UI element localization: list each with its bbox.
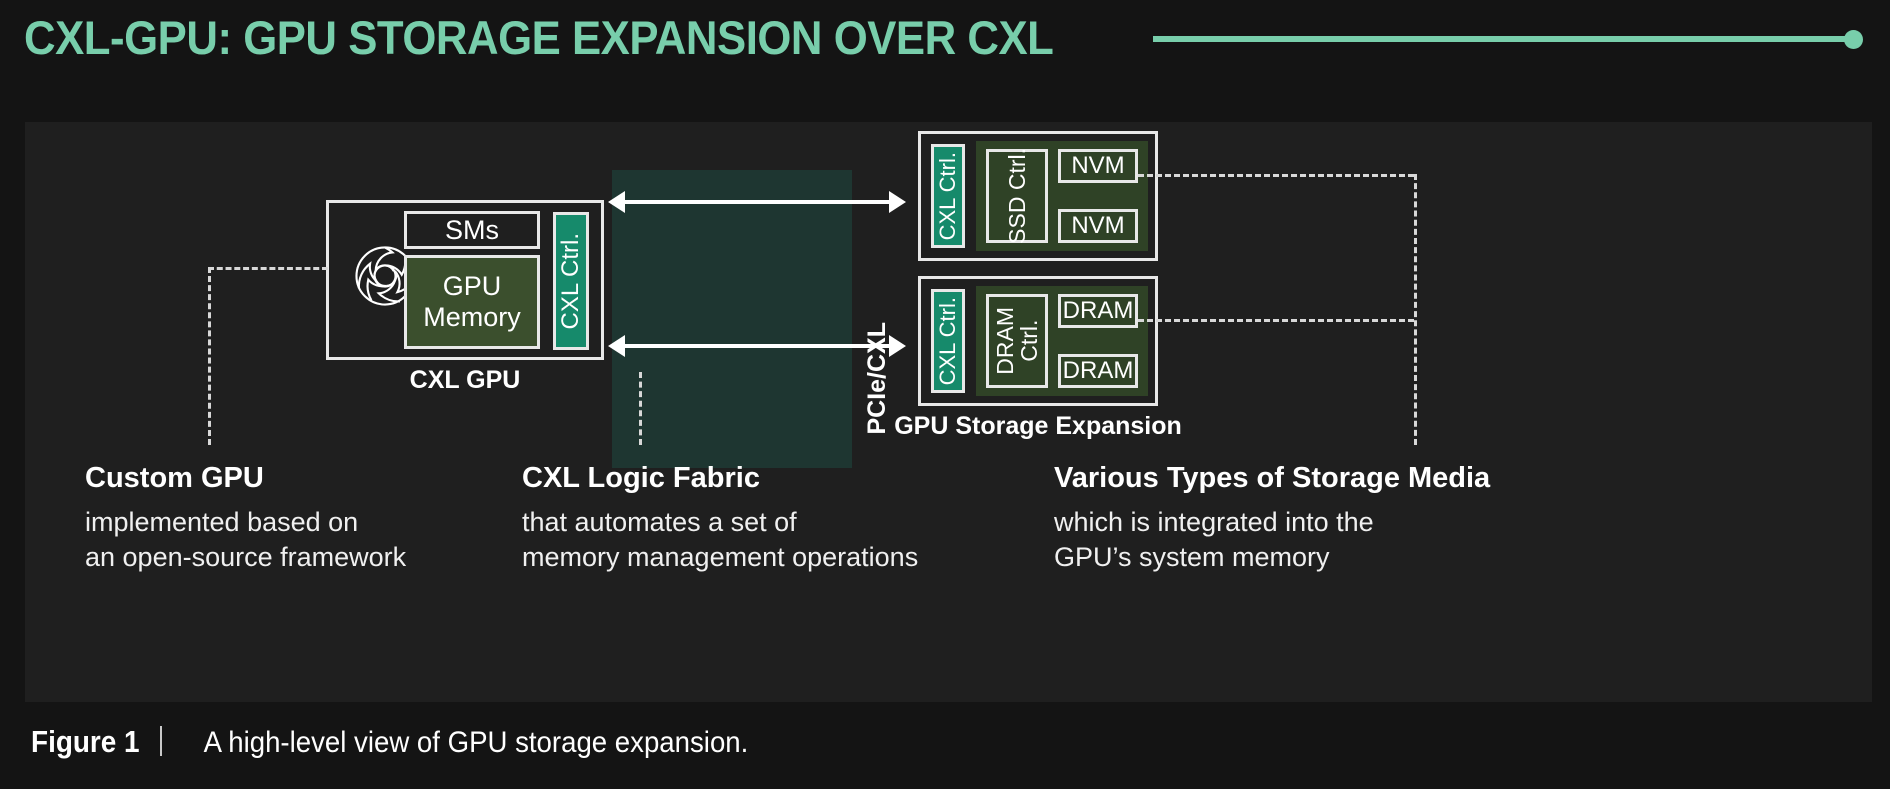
dram-cxl-ctrl-box: CXL Ctrl. — [931, 289, 965, 393]
nvm-bottom-label: NVM — [1071, 212, 1125, 239]
gpu-cxl-ctrl-box: CXL Ctrl. — [553, 212, 589, 350]
page-title: CXL-GPU: GPU STORAGE EXPANSION OVER CXL — [24, 10, 1054, 64]
dram-controller-line2: Ctrl. — [1016, 319, 1042, 363]
figure-caption-divider — [159, 726, 162, 756]
interconnect-arrow-top-right-head — [889, 191, 906, 213]
ssd-controller-label: SSD Ctrl. — [1003, 148, 1030, 244]
interconnect-arrow-bottom-left-head — [608, 335, 625, 357]
sms-label: SMs — [445, 214, 499, 245]
ssd-controller-box: SSD Ctrl. — [986, 148, 1048, 244]
annotation-cxl-logic-fabric-title: CXL Logic Fabric — [522, 462, 760, 494]
cxl-logic-fabric-band — [612, 170, 852, 468]
annotation-storage-media: Various Types of Storage Media which is … — [1054, 462, 1490, 574]
dram-top-label: DRAM — [1062, 297, 1134, 324]
figure-page: CXL-GPU: GPU STORAGE EXPANSION OVER CXL … — [0, 0, 1890, 789]
dram-controller-box: DRAM Ctrl. — [986, 294, 1048, 388]
storage-expansion-group-label: GPU Storage Expansion — [894, 412, 1182, 440]
gpu-memory-line1: GPU — [442, 271, 502, 302]
nvm-box-bottom: NVM — [1058, 209, 1138, 243]
annotation-custom-gpu-line1: implemented based on — [85, 507, 359, 537]
annotation-storage-media-line1: which is integrated into the — [1054, 507, 1374, 537]
sms-box: SMs — [404, 211, 540, 249]
dram-box-bottom: DRAM — [1058, 354, 1138, 388]
leader-line-gpu-horizontal — [208, 267, 328, 270]
interconnect-arrow-top-line — [625, 200, 889, 204]
gpu-cxl-ctrl-label: CXL Ctrl. — [557, 232, 585, 330]
interconnect-arrow-top-left-head — [608, 191, 625, 213]
figure-caption-label: Figure 1 — [31, 724, 140, 759]
interconnect-arrow-bottom-line — [625, 344, 889, 348]
cxl-gpu-group-label: CXL GPU — [409, 366, 521, 394]
title-rule-with-dot — [1152, 29, 1864, 49]
annotation-cxl-logic-fabric-line1: that automates a set of — [522, 507, 797, 537]
title-row: CXL-GPU: GPU STORAGE EXPANSION OVER CXL — [24, 6, 1866, 68]
figure-caption: Figure 1 A high-level view of GPU storag… — [25, 722, 772, 760]
leader-line-nvm-horizontal — [1138, 174, 1414, 177]
dram-controller-label: DRAM Ctrl. — [991, 307, 1042, 375]
ssd-cxl-ctrl-label: CXL Ctrl. — [935, 151, 961, 241]
dram-box-top: DRAM — [1058, 294, 1138, 328]
annotation-storage-media-line2: GPU’s system memory — [1054, 541, 1330, 572]
dram-cxl-ctrl-label: CXL Ctrl. — [935, 296, 961, 386]
dram-controller-line1: DRAM — [991, 307, 1018, 375]
annotation-custom-gpu-line2: an open-source framework — [85, 541, 407, 572]
figure-panel: SMs GPU Memory CXL Ctrl. CXL GPU PCIe/CX… — [25, 122, 1872, 702]
leader-line-gpu-vertical — [208, 267, 211, 445]
annotation-storage-media-title: Various Types of Storage Media — [1054, 462, 1491, 494]
figure-caption-text: A high-level view of GPU storage expansi… — [203, 726, 748, 759]
annotation-cxl-logic-fabric: CXL Logic Fabric that automates a set of… — [522, 462, 918, 574]
dram-bottom-label: DRAM — [1062, 357, 1134, 384]
annotation-cxl-logic-fabric-line2: memory management operations — [522, 541, 919, 572]
nvm-box-top: NVM — [1058, 149, 1138, 183]
ssd-cxl-ctrl-box: CXL Ctrl. — [931, 144, 965, 248]
leader-line-media-vertical — [1414, 174, 1417, 445]
leader-line-fabric-vertical — [639, 372, 642, 445]
gpu-memory-line2: Memory — [423, 302, 521, 332]
annotation-custom-gpu: Custom GPU implemented based on an open-… — [85, 462, 406, 574]
annotation-custom-gpu-title: Custom GPU — [85, 462, 264, 494]
leader-line-dram-horizontal — [1138, 319, 1414, 322]
nvm-top-label: NVM — [1071, 152, 1125, 179]
gpu-memory-box: GPU Memory — [404, 255, 540, 349]
gpu-memory-label: GPU Memory — [423, 271, 521, 333]
